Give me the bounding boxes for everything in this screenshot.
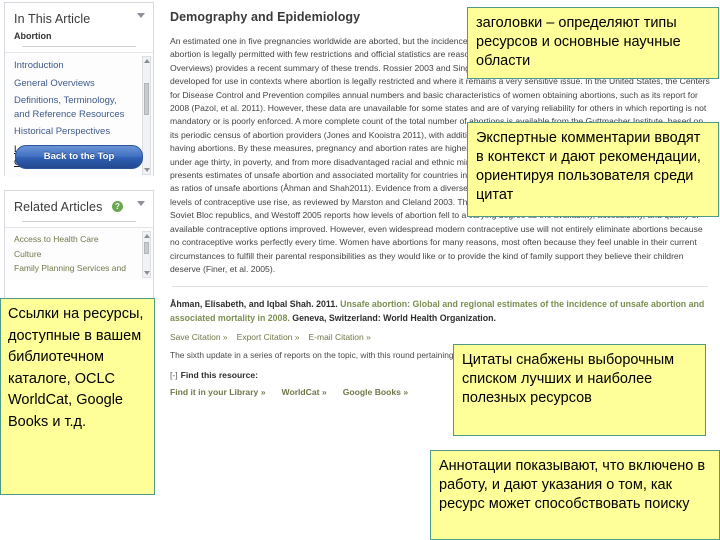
citation-publisher: Geneva, Switzerland: World Health Organi… — [289, 312, 496, 323]
find-this-resource-label: Find this resource: — [180, 369, 258, 380]
scroll-up-icon[interactable] — [144, 59, 150, 63]
annotation-note-expert-commentary: Экспертные комментарии вводят в контекст… — [467, 122, 719, 217]
annotation-note-annotations: Аннотации показывают, что включено в раб… — [430, 450, 720, 540]
in-this-article-panel: In This Article Abortion Introduction Ge… — [4, 2, 154, 178]
annotation-note-headings: заголовки – определяют типы ресурсов и о… — [467, 7, 719, 79]
page-title: In This Article — [14, 12, 91, 26]
scrollbar-thumb[interactable] — [144, 241, 149, 255]
email-citation-link[interactable]: E-mail Citation » — [309, 332, 371, 342]
related-articles-title: Related Articles — [14, 200, 103, 214]
chevron-down-icon[interactable] — [137, 201, 145, 206]
find-in-library-link[interactable]: Find it in your Library » — [170, 387, 266, 397]
scroll-down-icon[interactable] — [144, 270, 150, 275]
sidebar-item-introduction[interactable]: Introduction — [14, 59, 135, 73]
chevron-down-icon[interactable] — [137, 13, 145, 18]
divider — [22, 46, 136, 47]
save-citation-link[interactable]: Save Citation » — [170, 332, 228, 342]
in-this-article-header: In This Article Abortion — [5, 3, 153, 52]
collapse-toggle-icon[interactable]: [-] — [170, 370, 178, 380]
annotation-note-resource-links: Ссылки на ресурсы, доступные в вашем биб… — [0, 298, 155, 495]
worldcat-link[interactable]: WorldCat » — [282, 387, 327, 397]
help-question-icon[interactable]: ? — [111, 201, 123, 213]
citation-title: Åhman, Elisabeth, and Iqbal Shah. 2011. … — [170, 298, 710, 325]
citation-authors: Åhman, Elisabeth, and Iqbal Shah. 2011. — [170, 299, 341, 310]
divider — [22, 221, 136, 222]
export-citation-link[interactable]: Export Citation » — [237, 332, 300, 342]
article-subtitle: Abortion — [14, 31, 52, 41]
related-item-access-to-health-care[interactable]: Access to Health Care — [14, 233, 135, 246]
citation-actions: Save Citation » Export Citation » E-mail C… — [170, 332, 710, 342]
related-articles-list: Access to Health Care Culture Family Pla… — [5, 227, 153, 281]
sidebar-item-general-overviews[interactable]: General Overviews — [14, 77, 135, 91]
sidebar-item-historical-perspectives[interactable]: Historical Perspectives — [14, 125, 135, 139]
scrollbar-thumb[interactable] — [144, 82, 149, 116]
divider — [172, 286, 708, 288]
back-to-top-button[interactable]: Back to the Top — [15, 145, 143, 169]
related-articles-header: Related Articles ? — [5, 191, 153, 227]
back-to-top-wrapper: Back to the Top — [5, 145, 153, 169]
google-books-link[interactable]: Google Books » — [343, 387, 408, 397]
related-item-family-planning[interactable]: Family Planning Services and — [14, 262, 135, 275]
scroll-up-icon[interactable] — [144, 234, 150, 238]
related-item-culture[interactable]: Culture — [14, 248, 135, 261]
annotation-note-citations: Цитаты снабжены выборочным списком лучши… — [453, 344, 706, 436]
related-articles-panel: Related Articles ? Access to Health Care… — [4, 190, 154, 300]
sidebar-item-definitions-terminology[interactable]: Definitions, Terminology, and Reference … — [14, 94, 135, 121]
related-scrollbar[interactable] — [142, 231, 151, 278]
